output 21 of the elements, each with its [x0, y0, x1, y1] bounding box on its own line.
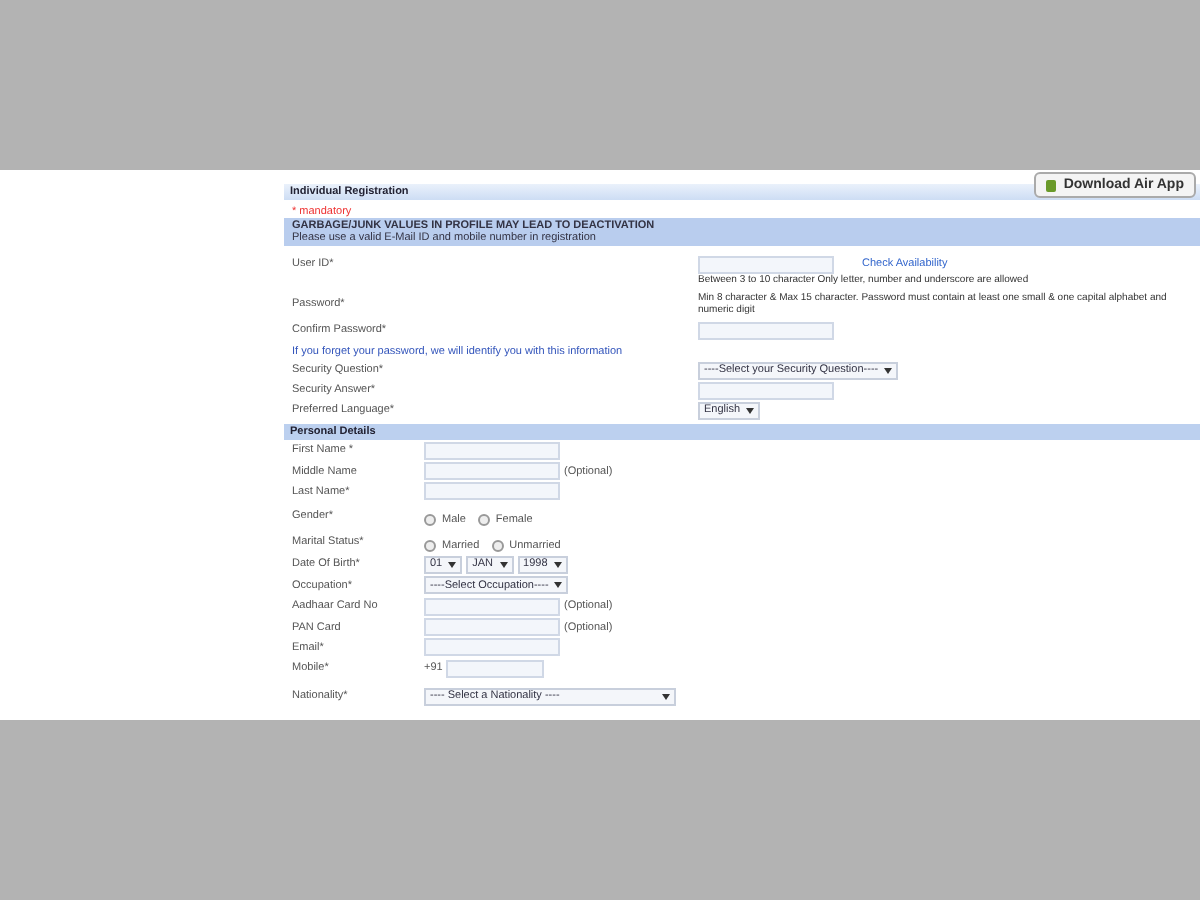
caret-icon: [448, 561, 457, 568]
radio-button[interactable]: [477, 513, 490, 526]
radio-button[interactable]: [491, 539, 504, 552]
input-field[interactable]: [698, 381, 834, 399]
caret-icon: [662, 693, 670, 700]
radio-button[interactable]: [424, 539, 436, 552]
input-field[interactable]: [424, 462, 560, 481]
input-field[interactable]: [698, 321, 834, 339]
caret-icon: [884, 367, 893, 373]
input-field[interactable]: [446, 659, 545, 678]
radio-button[interactable]: [424, 513, 436, 526]
input-field[interactable]: [424, 597, 560, 616]
input-field[interactable]: [424, 638, 560, 657]
caret-icon: [553, 561, 562, 568]
input-field[interactable]: [424, 441, 560, 460]
caret-icon: [499, 561, 508, 568]
input-field[interactable]: [424, 482, 560, 501]
input-field[interactable]: [424, 618, 560, 637]
caret-icon: [554, 582, 563, 589]
input-field[interactable]: [698, 255, 834, 273]
caret-icon: [746, 407, 755, 413]
